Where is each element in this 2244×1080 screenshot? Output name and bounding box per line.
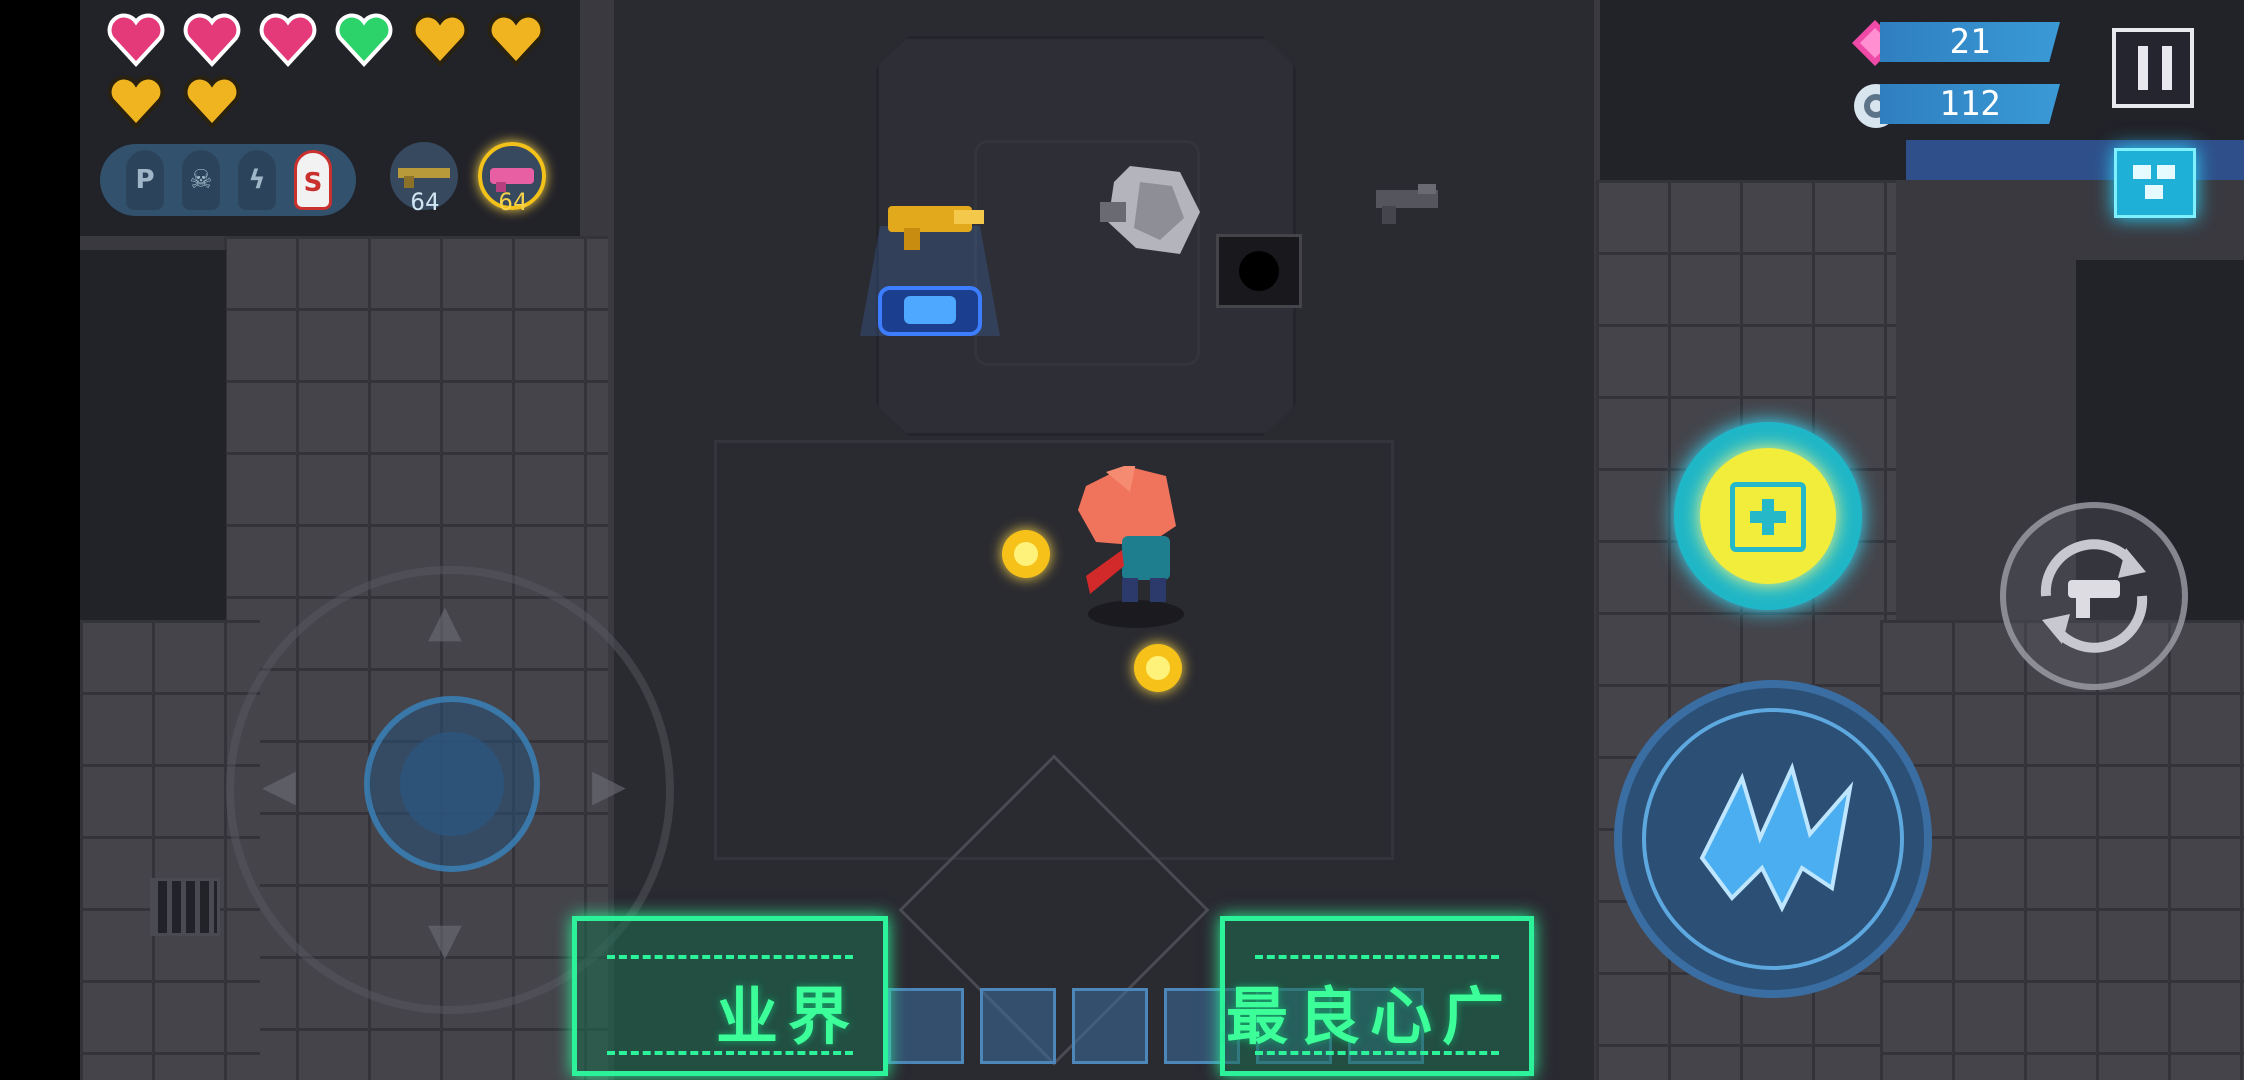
floor-tiles-left-edge — [80, 620, 260, 1080]
pink-heart-icon — [182, 12, 242, 68]
pink-heart-icon — [106, 12, 166, 68]
weapon-pedestal — [860, 206, 1000, 336]
minimap-button[interactable] — [2114, 148, 2196, 218]
swap-weapon-button[interactable] — [2000, 502, 2188, 690]
crosshair-skill-icon — [1730, 482, 1806, 552]
gold-shield-heart-icon — [486, 12, 546, 68]
ammo-slot-skull[interactable]: ☠ — [182, 150, 220, 210]
broken-robot-debris — [1100, 166, 1200, 254]
floor-hole — [1216, 234, 1302, 308]
left-wall-block — [80, 250, 226, 620]
pause-icon-bar — [2162, 46, 2172, 90]
buff-card — [1072, 988, 1148, 1064]
attack-button[interactable] — [1614, 680, 1932, 998]
rifle-ammo-count: 64 — [410, 188, 440, 216]
banner-text-right: 最良心广 — [1226, 980, 1515, 1053]
gold-coin[interactable] — [1134, 644, 1182, 692]
joystick-knob[interactable] — [364, 696, 540, 872]
gold-shield-heart-icon — [182, 74, 242, 130]
minimap-icon — [2133, 165, 2175, 199]
gold-shield-heart-icon — [106, 74, 166, 130]
banner-text-left: 业界 — [716, 980, 861, 1053]
ammo-slot-s[interactable]: S — [294, 150, 332, 210]
floor-tiles-right-edge — [1880, 620, 2244, 1080]
game-screen: P ☠ ϟ S 64 64 21 112 ▲ ▼ ◀ ▶ 业界 最良心广 — [0, 0, 2244, 1080]
floor-vent — [150, 878, 220, 936]
gold-coin[interactable] — [1002, 530, 1050, 578]
pink-heart-icon — [258, 12, 318, 68]
player-character — [1078, 466, 1184, 628]
swap-weapon-icon — [2040, 539, 2148, 653]
green-heart-icon — [334, 12, 394, 68]
joystick-down-arrow: ▼ — [428, 914, 462, 965]
gold-shield-heart-icon — [410, 12, 470, 68]
joystick-up-arrow: ▲ — [428, 596, 462, 647]
blaster-ammo-count: 64 — [498, 188, 528, 216]
gem-counter: 21 — [1880, 22, 2060, 62]
pause-icon — [2138, 46, 2148, 90]
claw-attack-icon — [1699, 762, 1854, 913]
energy-counter: 112 — [1880, 84, 2060, 124]
joystick-right-arrow: ▶ — [592, 760, 626, 811]
ammo-slot-bolt[interactable]: ϟ — [238, 150, 276, 210]
buff-card — [980, 988, 1056, 1064]
ammo-slot-p[interactable]: P — [126, 150, 164, 210]
dropped-gun — [1376, 184, 1438, 224]
buff-card — [888, 988, 964, 1064]
joystick-left-arrow: ◀ — [262, 760, 296, 811]
pause-button[interactable] — [2112, 28, 2194, 108]
